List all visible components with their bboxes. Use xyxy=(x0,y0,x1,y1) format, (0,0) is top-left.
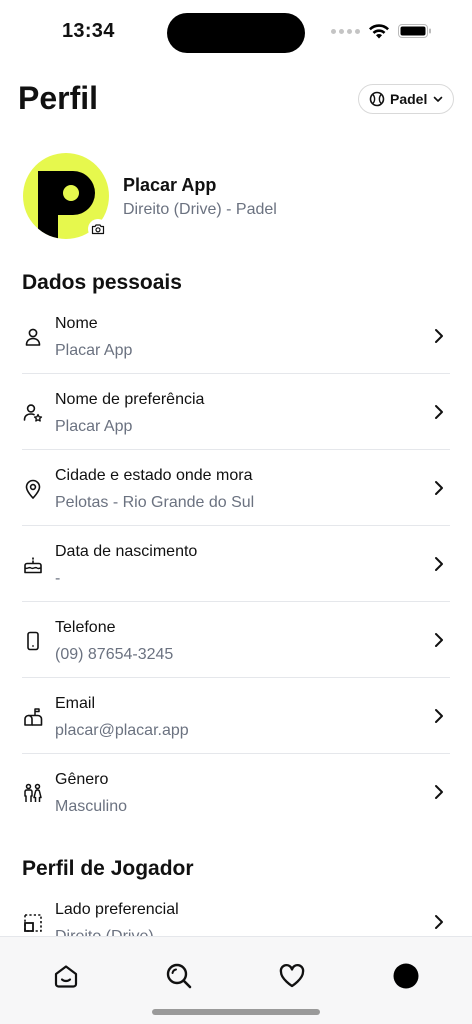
nav-favorites-button[interactable] xyxy=(277,961,307,991)
list-item-email[interactable]: Email placar@placar.app xyxy=(22,678,450,754)
list-item-label: Nome xyxy=(55,315,98,332)
list-item-label: Telefone xyxy=(55,619,116,636)
profile-subtitle: Direito (Drive) - Padel xyxy=(123,201,277,218)
list-item-value: - xyxy=(55,570,61,587)
chevron-right-icon xyxy=(435,915,443,929)
chevron-right-icon xyxy=(435,329,443,343)
people-icon xyxy=(24,783,42,802)
chevron-right-icon xyxy=(435,709,443,723)
list-item-nome-preferencia[interactable]: Nome de preferência Placar App xyxy=(22,374,450,450)
ball-icon xyxy=(369,91,385,107)
search-icon xyxy=(166,963,192,989)
list-item-value: Masculino xyxy=(55,798,128,815)
sport-selector-label: Padel xyxy=(390,91,428,107)
list-item-cidade[interactable]: Cidade e estado onde mora Pelotas - Rio … xyxy=(22,450,450,526)
court-side-icon xyxy=(24,914,42,932)
chevron-down-icon xyxy=(434,96,443,102)
list-item-label: Nome de preferência xyxy=(55,391,205,408)
list-item-label: Gênero xyxy=(55,771,109,788)
profile-dot-icon xyxy=(393,963,419,989)
personal-data-list: Nome Placar App Nome de preferência Plac… xyxy=(22,298,450,830)
profile-name: Placar App xyxy=(123,175,217,195)
wifi-icon xyxy=(369,24,389,39)
list-item-value: placar@placar.app xyxy=(55,722,189,739)
signal-icon xyxy=(331,28,360,34)
list-item-telefone[interactable]: Telefone (09) 87654-3245 xyxy=(22,602,450,678)
cake-icon xyxy=(24,557,42,574)
mailbox-icon xyxy=(24,708,43,726)
status-time: 13:34 xyxy=(62,20,115,42)
list-item-value: Placar App xyxy=(55,342,133,359)
page-title: Perfil xyxy=(18,80,99,116)
chevron-right-icon xyxy=(435,481,443,495)
chevron-right-icon xyxy=(435,633,443,647)
home-indicator xyxy=(152,1009,320,1015)
list-item-value: Pelotas - Rio Grande do Sul xyxy=(55,494,255,511)
status-bar: 13:34 xyxy=(0,0,472,64)
chevron-right-icon xyxy=(435,785,443,799)
list-item-genero[interactable]: Gênero Masculino xyxy=(22,754,450,830)
list-item-value: Placar App xyxy=(55,418,133,435)
list-item-label: Data de nascimento xyxy=(55,543,198,560)
home-icon xyxy=(54,965,78,988)
list-item-label: Email xyxy=(55,695,96,712)
list-item-label: Lado preferencial xyxy=(55,901,179,918)
user-star-icon xyxy=(23,404,43,422)
status-icons xyxy=(331,23,432,39)
phone-icon xyxy=(27,631,39,651)
sport-selector[interactable]: Padel xyxy=(358,84,454,114)
dynamic-island xyxy=(167,13,305,53)
section-title-player: Perfil de Jogador xyxy=(22,857,194,880)
nav-profile-button[interactable] xyxy=(391,961,421,991)
list-item-nome[interactable]: Nome Placar App xyxy=(22,298,450,374)
nav-search-button[interactable] xyxy=(164,961,194,991)
battery-icon xyxy=(398,24,431,38)
section-title-personal: Dados pessoais xyxy=(22,271,182,294)
chevron-right-icon xyxy=(435,557,443,571)
list-item-label: Cidade e estado onde mora xyxy=(55,467,253,484)
list-item-value: (09) 87654-3245 xyxy=(55,646,174,663)
list-item-nascimento[interactable]: Data de nascimento - xyxy=(22,526,450,602)
nav-home-button[interactable] xyxy=(51,961,81,991)
map-pin-icon xyxy=(25,479,41,499)
heart-icon xyxy=(279,963,305,988)
camera-icon[interactable] xyxy=(88,219,108,239)
chevron-right-icon xyxy=(435,405,443,419)
user-icon xyxy=(25,328,41,346)
